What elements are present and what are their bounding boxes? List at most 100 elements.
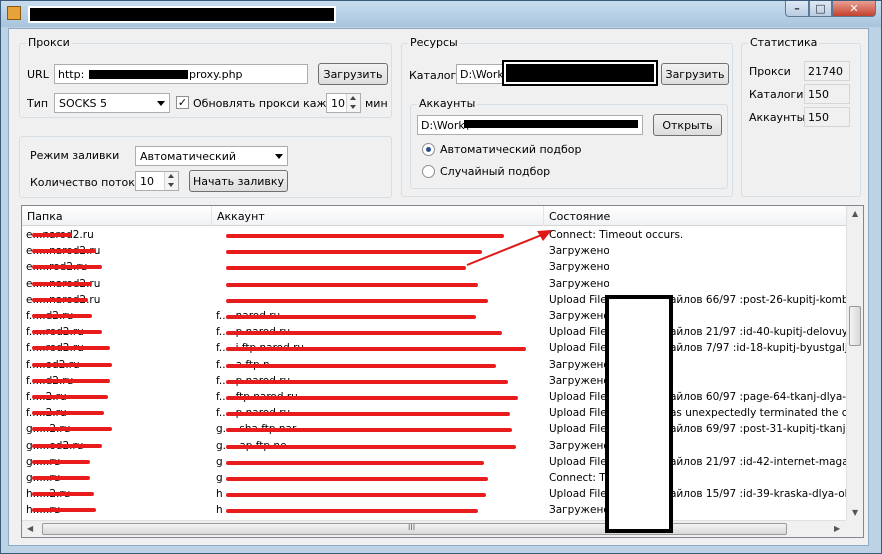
redaction-strike <box>32 233 72 237</box>
threads-label: Количество потоков <box>30 176 149 189</box>
table-row[interactable]: f.....d2.ruf.....narod.ruЗагружено <box>22 309 848 325</box>
redaction-strike <box>226 444 516 449</box>
proxy-load-button[interactable]: Загрузить <box>318 63 388 85</box>
horizontal-scroll-thumb[interactable]: III <box>42 523 787 535</box>
stats-catalogs-label: Каталоги <box>749 88 804 101</box>
auto-select-label: Автоматический подбор <box>440 143 582 156</box>
scroll-right-icon[interactable]: ▶ <box>834 524 840 533</box>
minimize-button[interactable]: – <box>785 1 809 17</box>
redaction-strike <box>226 266 466 271</box>
table-row[interactable]: g.....2.rug.....sha.ftp.nar...Upload Fil… <box>22 422 848 438</box>
stats-accounts-label: Аккаунты <box>749 111 806 124</box>
redaction-strike <box>226 315 476 319</box>
spin-down-icon[interactable] <box>350 105 356 109</box>
status-detail-cell: as unexpectedly terminated the connect <box>670 407 848 420</box>
stats-proxy-label: Прокси <box>749 65 791 78</box>
table-row[interactable]: g.....rugConnect: Tim <box>22 471 848 487</box>
redaction-strike <box>32 411 104 416</box>
status-detail-cell: айлов 60/97 :page-64-tkanj-dlya-yubki- <box>670 391 848 403</box>
status-detail-cell: айлов 66/97 :post-26-kupitj-kombinezo <box>670 293 848 306</box>
url-redaction <box>89 70 188 79</box>
chevron-down-icon <box>157 101 165 106</box>
redaction-strike <box>226 347 526 352</box>
vertical-scrollbar[interactable]: ▲ ▼ <box>846 206 863 521</box>
redaction-strike <box>226 379 508 384</box>
table-row[interactable]: e.....narod2.ruЗагружено <box>22 244 848 260</box>
table-row[interactable]: e.....narod2.ruЗагружено <box>22 277 848 293</box>
mode-label: Режим заливки <box>30 149 120 162</box>
title-redaction <box>28 6 336 23</box>
mode-select[interactable]: Автоматический <box>135 146 288 166</box>
redaction-strike <box>32 476 90 480</box>
close-button[interactable]: ✕ <box>832 1 876 17</box>
table-row[interactable]: h.....2.ruhUpload Files:айлов 15/97 :id-… <box>22 487 848 503</box>
table-row[interactable]: f.....od2.ruf.....a.ftp.n...Загружено <box>22 358 848 374</box>
status-detail-cell: айлов 21/97 :id-40-kupitj-delovuyu-sum <box>670 326 848 339</box>
client-area: Прокси URL http: proxy.php Загрузить Тип… <box>8 28 869 546</box>
redaction-strike <box>32 346 110 351</box>
redaction-strike <box>226 234 504 238</box>
threads-spinner[interactable]: 10 <box>135 171 179 191</box>
table-row[interactable]: e...narod2.ruConnect: Timeout occurs. <box>22 228 848 244</box>
status-detail-cell: айлов 21/97 :id-42-internet-magazin-niz <box>670 455 848 468</box>
table-row[interactable]: f.....rod2.ruf.....i.ftp.narod.ruUpload … <box>22 341 848 357</box>
proxy-type-select[interactable]: SOCKS 5 <box>54 93 170 113</box>
column-header-status[interactable]: Состояние <box>544 206 848 226</box>
refresh-checkbox[interactable]: ✓ <box>176 96 189 109</box>
redaction-strike <box>226 363 496 368</box>
scroll-left-icon[interactable]: ◀ <box>27 524 33 533</box>
redaction-strike <box>226 282 478 287</box>
horizontal-scrollbar[interactable]: ◀ III ▶ <box>22 520 848 537</box>
accounts-open-button[interactable]: Открыть <box>653 114 722 136</box>
scroll-up-icon[interactable]: ▲ <box>852 209 858 218</box>
status-cell: Upload Files: <box>549 293 609 306</box>
resources-group-title: Ресурсы <box>408 36 460 49</box>
table-row[interactable]: h.....ruhЗагружено <box>22 503 848 519</box>
scroll-grip: III <box>408 523 416 532</box>
status-detail-cell: айлов 69/97 :post-31-kupitj-tkanj-dlya-r <box>670 423 848 436</box>
table-row[interactable]: f.....d2.ruf.....p.narod.ruЗагружено <box>22 374 848 390</box>
table-row[interactable]: f.....2.ruf.....p.narod.ruUpload Files:a… <box>22 406 848 422</box>
random-select-radio[interactable] <box>422 165 435 178</box>
spin-up-icon[interactable] <box>168 174 174 178</box>
stats-group-title: Статистика <box>748 36 820 49</box>
table-row[interactable]: e.....rod2.ruЗагружено <box>22 260 848 276</box>
status-detail-cell: айлов 15/97 :id-39-kraska-dlya-obuvi-s <box>670 488 848 501</box>
table-row[interactable]: e.....narod2.ruUpload Files:айлов 66/97 … <box>22 293 848 309</box>
redaction-strike <box>32 427 112 432</box>
auto-select-radio[interactable] <box>422 143 435 156</box>
vertical-scroll-thumb[interactable] <box>849 306 861 346</box>
table-row[interactable]: g.....rugUpload Files:айлов 21/97 :id-42… <box>22 455 848 471</box>
redaction-strike <box>32 314 92 318</box>
spin-down-icon[interactable] <box>168 183 174 187</box>
status-cell: Upload Files: <box>549 455 609 468</box>
scrollbar-corner <box>846 520 863 537</box>
upload-list[interactable]: Папка Аккаунт Состояние e...narod2.ruCon… <box>21 205 864 538</box>
status-cell: Upload Files: <box>549 326 609 339</box>
status-cell: Connect: Timeout occurs. <box>549 229 684 241</box>
scroll-down-icon[interactable]: ▼ <box>852 508 858 517</box>
status-detail-cell: айлов 7/97 :id-18-kupitj-byustgaljter-bo <box>670 342 848 355</box>
catalogs-load-button[interactable]: Загрузить <box>661 63 729 85</box>
maximize-button[interactable]: □ <box>809 1 832 17</box>
table-row[interactable]: f.....rod2.ruf.....p.narod.ruUpload File… <box>22 325 848 341</box>
redaction-strike <box>32 297 88 302</box>
main-window: – □ ✕ Прокси URL http: proxy.php Загрузи… <box>0 0 882 554</box>
redaction-strike <box>32 378 110 383</box>
status-cell: Загружено <box>549 439 609 452</box>
column-header-account[interactable]: Аккаунт <box>212 206 544 226</box>
status-cell: Connect: Tim <box>549 472 609 484</box>
redaction-strike <box>226 428 512 433</box>
table-row[interactable]: g.....od2.rug.....ap.ftp.ne...Загружено <box>22 439 848 455</box>
stats-catalogs-value: 150 <box>804 84 850 104</box>
catalogs-redaction <box>502 60 658 86</box>
chevron-down-icon <box>275 154 283 159</box>
title-bar[interactable]: – □ ✕ <box>1 1 881 27</box>
refresh-interval-spinner[interactable]: 10 <box>326 93 361 113</box>
column-header-folder[interactable]: Папка <box>22 206 212 226</box>
spin-up-icon[interactable] <box>350 96 356 100</box>
table-row[interactable]: f.....2.ruf.....ftp.narod.ruUpload Files… <box>22 390 848 406</box>
start-upload-button[interactable]: Начать заливку <box>189 170 288 192</box>
redaction-strike <box>32 492 94 497</box>
redaction-strike <box>32 443 102 448</box>
